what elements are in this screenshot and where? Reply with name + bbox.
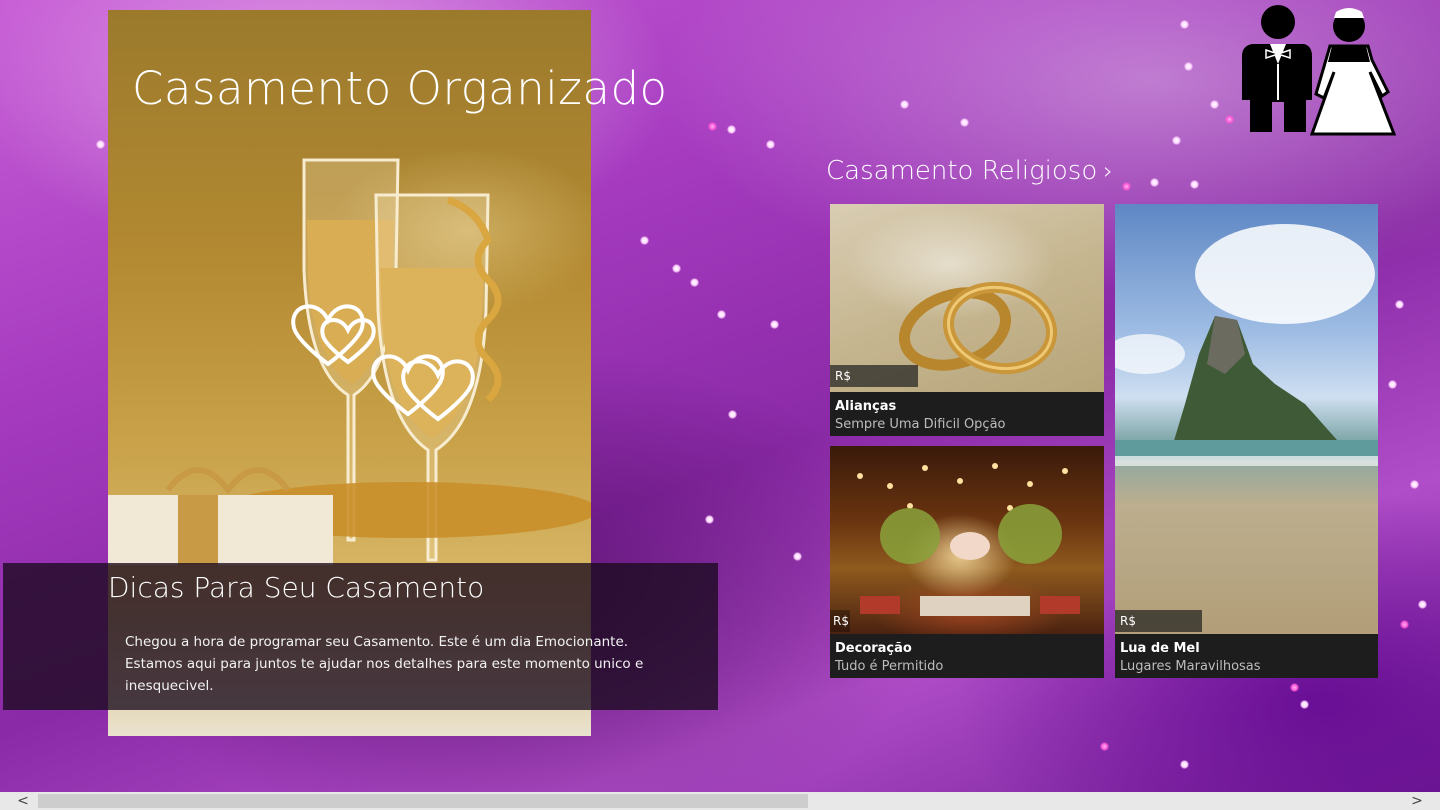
decorated-hall-icon bbox=[857, 463, 1080, 616]
tile-subtitle: Sempre Uma Dificil Opção bbox=[835, 417, 1006, 432]
tile-caption: Alianças Sempre Uma Dificil Opção bbox=[830, 392, 1104, 436]
bride-and-groom-icon bbox=[1242, 5, 1397, 136]
scroll-thumb[interactable] bbox=[38, 794, 808, 808]
tile-subtitle: Lugares Maravilhosas bbox=[1120, 659, 1261, 674]
section-title: Casamento Religioso bbox=[826, 156, 1098, 186]
app-title: Casamento Organizado bbox=[132, 62, 668, 115]
wedding-rings-icon bbox=[898, 281, 1058, 375]
scroll-left-button[interactable]: < bbox=[8, 792, 38, 810]
tips-panel-title: Dicas Para Seu Casamento bbox=[108, 571, 485, 604]
island-beach-icon bbox=[1115, 224, 1378, 466]
island-beach-image bbox=[1115, 204, 1378, 634]
horizontal-scrollbar[interactable]: < > bbox=[0, 792, 1440, 810]
tile-lua-de-mel[interactable]: R$ Lua de Mel Lugares Maravilhosas bbox=[1115, 204, 1378, 678]
champagne-glasses-image bbox=[108, 158, 591, 565]
tile-decoracao[interactable]: R$ Decoração Tudo é Permitido bbox=[830, 446, 1104, 678]
chevron-right-icon: › bbox=[1103, 157, 1113, 185]
tile-title: Alianças bbox=[835, 399, 897, 414]
tile-caption: Decoração Tudo é Permitido bbox=[830, 634, 1104, 678]
tips-panel: Dicas Para Seu Casamento Chegou a hora d… bbox=[3, 563, 718, 710]
price-tag: R$ bbox=[1115, 610, 1202, 632]
tips-panel-line-1: Chegou a hora de programar seu Casamento… bbox=[125, 634, 629, 650]
scroll-right-button[interactable]: > bbox=[1402, 792, 1432, 810]
tile-subtitle: Tudo é Permitido bbox=[835, 659, 944, 674]
price-tag: R$ bbox=[830, 610, 850, 632]
wedding-rings-image bbox=[830, 204, 1104, 392]
decorated-hall-image bbox=[830, 446, 1104, 634]
price-tag: R$ bbox=[830, 365, 918, 387]
tile-aliancas[interactable]: R$ Alianças Sempre Uma Dificil Opção bbox=[830, 204, 1104, 436]
tile-title: Lua de Mel bbox=[1120, 641, 1200, 656]
tips-panel-text: Chegou a hora de programar seu Casamento… bbox=[125, 631, 718, 697]
tile-caption: Lua de Mel Lugares Maravilhosas bbox=[1115, 634, 1378, 678]
section-header-casamento-religioso[interactable]: Casamento Religioso › bbox=[826, 156, 1113, 186]
tips-panel-line-2: Estamos aqui para juntos te ajudar nos d… bbox=[125, 656, 644, 694]
tile-title: Decoração bbox=[835, 641, 912, 656]
